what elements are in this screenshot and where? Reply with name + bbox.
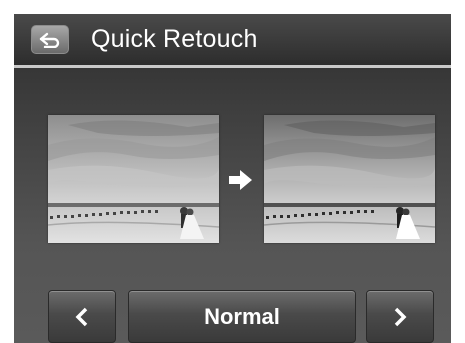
arrow-right-icon <box>227 169 255 196</box>
previous-mode-button[interactable] <box>48 290 116 343</box>
quick-retouch-screen: Quick Retouch Normal <box>14 14 451 343</box>
next-mode-button[interactable] <box>366 290 434 343</box>
retouch-mode-label: Normal <box>204 303 280 329</box>
before-preview-image <box>48 115 219 243</box>
after-preview-image <box>264 115 435 243</box>
chevron-left-icon <box>74 306 90 328</box>
page-title: Quick Retouch <box>91 25 258 53</box>
retouch-mode-selector[interactable]: Normal <box>128 290 356 343</box>
title-bar: Quick Retouch <box>14 14 451 68</box>
chevron-right-icon <box>392 306 408 328</box>
return-arrow-icon <box>38 32 62 48</box>
back-button[interactable] <box>31 25 69 54</box>
